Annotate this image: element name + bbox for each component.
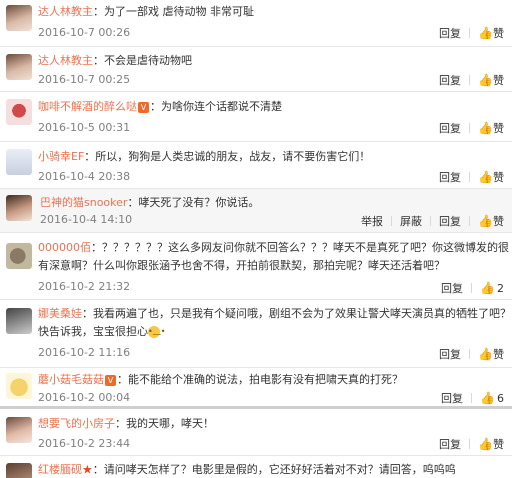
comment-item: 000000佰：？？？？？？这么多网友问你就不回答么？？？哮天不是真死了吧？你这… — [0, 233, 512, 299]
timestamp: 2016-10-4 20:38 — [38, 170, 131, 183]
timestamp: 2016-10-2 23:44 — [38, 437, 131, 450]
avatar[interactable] — [6, 243, 32, 269]
timestamp: 2016-10-4 14:10 — [40, 213, 133, 226]
like-icon[interactable]: 👍 — [478, 73, 493, 87]
reply-button[interactable]: 回复 — [439, 72, 461, 88]
like-icon[interactable]: 👍 — [478, 26, 493, 40]
username[interactable]: 000000佰 — [38, 241, 91, 254]
comment-item: 红楼腼砚★：请问哮天怎样了？电影里是假的，它还好好活着对不对？请回答，呜呜呜 — [0, 456, 512, 478]
comment-text: 哮天死了没有？你说话。 — [138, 196, 260, 209]
comment-text: 请问哮天怎样了？电影里是假的，它还好好活着对不对？请回答，呜呜呜 — [103, 463, 456, 476]
comment-text-continued: 快告诉我，宝宝很担心 — [38, 325, 148, 338]
report-button[interactable]: 举报 — [361, 213, 383, 229]
vip-badge-icon: V — [138, 101, 149, 113]
like-icon[interactable]: 👍 — [480, 391, 495, 405]
worried-emoji-icon: •﹏• — [148, 326, 166, 338]
timestamp: 2016-10-5 00:31 — [38, 121, 131, 134]
comment-text: 不会是虐待动物吧 — [104, 54, 192, 67]
reply-button[interactable]: 回复 — [439, 436, 461, 452]
username[interactable]: 咖啡不解酒的醉么哒 — [38, 100, 137, 113]
timestamp: 2016-10-7 00:25 — [38, 73, 131, 86]
username[interactable]: 达人林教主 — [38, 5, 93, 18]
timestamp: 2016-10-2 11:16 — [38, 346, 131, 359]
comment-item: 想要飞的小房子：我的天哪，哮天！ 2016-10-2 23:44 回复 👍赞 — [0, 409, 512, 455]
avatar[interactable] — [6, 308, 32, 334]
comment-list: 达人林教主：为了一部戏 虐待动物 非常可耻 2016-10-7 00:26 回复… — [0, 0, 512, 478]
comment-item: 达人林教主：为了一部戏 虐待动物 非常可耻 2016-10-7 00:26 回复… — [0, 0, 512, 46]
username[interactable]: 蘑小菇毛菇菇 — [38, 373, 104, 386]
avatar[interactable] — [6, 195, 32, 221]
username[interactable]: 巴神的猫snooker — [40, 196, 127, 209]
reply-button[interactable]: 回复 — [439, 169, 461, 185]
reply-button[interactable]: 回复 — [439, 346, 461, 362]
comment-item: 小骑幸EF：所以，狗狗是人类忠诚的朋友，战友，请不要伤害它们！ 2016-10-… — [0, 142, 512, 188]
comment-text: 我的天哪，哮天！ — [126, 417, 214, 430]
like-icon[interactable]: 👍 — [478, 347, 493, 361]
username[interactable]: 红楼腼砚 — [38, 463, 82, 476]
comment-text: 能不能给个准确的说法，拍电影有没有把啸天真的打死？ — [128, 373, 403, 386]
comment-text: 为啥你连个话都说不清楚 — [161, 100, 282, 113]
reply-button[interactable]: 回复 — [439, 213, 461, 229]
reply-button[interactable]: 回复 — [439, 120, 461, 136]
like-count: 2 — [497, 281, 504, 295]
comment-item: 达人林教主：不会是虐待动物吧 2016-10-7 00:25 回复 👍赞 — [0, 47, 512, 91]
username[interactable]: 达人林教主 — [38, 54, 93, 67]
reply-button[interactable]: 回复 — [441, 280, 463, 296]
vip-badge-icon: V — [105, 374, 116, 386]
username[interactable]: 小骑幸EF — [38, 150, 84, 163]
like-icon[interactable]: 👍 — [478, 170, 493, 184]
like-icon[interactable]: 👍 — [478, 214, 493, 228]
like-button[interactable]: 赞 — [493, 120, 504, 136]
like-button[interactable]: 赞 — [493, 436, 504, 452]
comment-text: ？？？？？？这么多网友问你就不回答么？？？哮天不是真死了吧？你这微博发的很 — [102, 241, 509, 254]
comment-item: 娜美桑娃：我看两遍了也，只是我有个疑问哦，剧组不会为了效果让警犬哮天演员真的牺牲… — [0, 300, 512, 367]
reply-button[interactable]: 回复 — [439, 25, 461, 41]
star-badge-icon: ★ — [82, 462, 93, 477]
like-button[interactable]: 赞 — [493, 346, 504, 362]
comment-text: 我看两遍了也，只是我有个疑问哦，剧组不会为了效果让警犬哮天演员真的牺牲了吧？ — [93, 307, 511, 320]
like-button[interactable]: 赞 — [493, 72, 504, 88]
comment-text-continued: 有深意啊？什么叫你跟张涵予也舍不得，开拍前很默契，那拍完呢？哮天还活着吧？ — [38, 259, 445, 272]
reply-button[interactable]: 回复 — [441, 390, 463, 406]
comment-item: 蘑小菇毛菇菇 V ：能不能给个准确的说法，拍电影有没有把啸天真的打死？ 2016-1… — [0, 368, 512, 406]
avatar[interactable] — [6, 99, 32, 125]
avatar[interactable] — [6, 54, 32, 80]
block-button[interactable]: 屏蔽 — [400, 213, 422, 229]
like-count: 6 — [497, 391, 504, 405]
avatar[interactable] — [6, 149, 32, 175]
username[interactable]: 想要飞的小房子 — [38, 417, 115, 430]
like-icon[interactable]: 👍 — [478, 121, 493, 135]
like-icon[interactable]: 👍 — [480, 281, 495, 295]
timestamp: 2016-10-2 00:04 — [38, 391, 131, 404]
like-button[interactable]: 赞 — [493, 213, 504, 229]
timestamp: 2016-10-2 21:32 — [38, 280, 131, 293]
avatar[interactable] — [6, 463, 32, 478]
username[interactable]: 娜美桑娃 — [38, 307, 82, 320]
like-button[interactable]: 赞 — [493, 169, 504, 185]
comment-text: 为了一部戏 虐待动物 非常可耻 — [104, 5, 254, 18]
avatar[interactable] — [6, 373, 32, 399]
comment-text: 所以，狗狗是人类忠诚的朋友，战友，请不要伤害它们！ — [95, 150, 371, 163]
comment-item: 咖啡不解酒的醉么哒 V ：为啥你连个话都说不清楚 2016-10-5 00:31 回… — [0, 92, 512, 141]
avatar[interactable] — [6, 5, 32, 31]
comment-item: 巴神的猫snooker：哮天死了没有？你说话。 2016-10-4 14:10 … — [0, 189, 512, 232]
like-button[interactable]: 赞 — [493, 25, 504, 41]
avatar[interactable] — [6, 417, 32, 443]
like-icon[interactable]: 👍 — [478, 437, 493, 451]
timestamp: 2016-10-7 00:26 — [38, 26, 131, 39]
